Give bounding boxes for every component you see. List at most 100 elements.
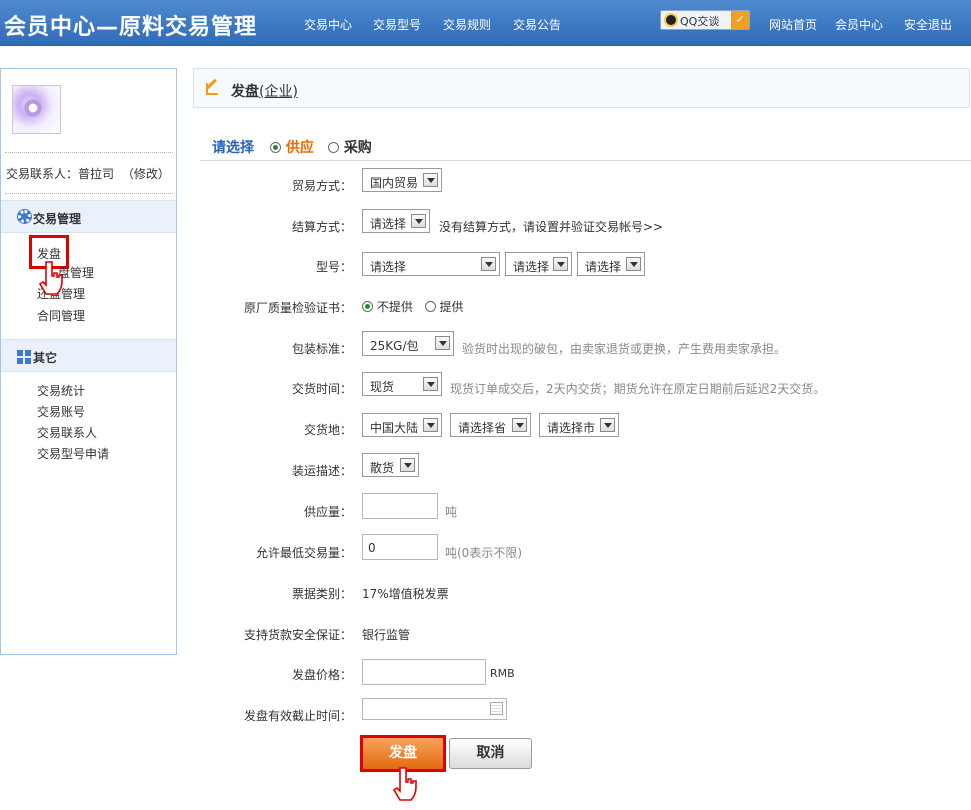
- delivery-place-label: 交货地：: [303, 423, 352, 437]
- model-select-1[interactable]: 请选择: [362, 252, 500, 276]
- model-label: 型号：: [315, 260, 352, 274]
- model-value-2: 请选择: [513, 260, 550, 274]
- page-title: 发盘(企业): [231, 81, 298, 101]
- shipping-label: 装运描述：: [291, 464, 352, 478]
- model-value-1: 请选择: [370, 260, 407, 274]
- invoice-label: 票据类别：: [291, 587, 352, 601]
- dropdown-arrow-icon: [512, 418, 527, 432]
- contact-info: 交易联系人：普拉司 （修改）: [6, 165, 170, 182]
- country-select[interactable]: 中国大陆: [362, 413, 442, 437]
- cancel-button[interactable]: 取消: [449, 738, 532, 769]
- qq-chat-button[interactable]: QQ交谈 ✓: [660, 10, 750, 30]
- page-title-text: 发盘: [231, 84, 259, 100]
- cert-label: 原厂质量检验证书：: [243, 301, 352, 315]
- min-qty-unit: 吨(0表示不限): [445, 546, 522, 560]
- packaging-label: 包装标准：: [291, 342, 352, 356]
- section-other[interactable]: 其它: [1, 339, 176, 372]
- dropdown-arrow-icon: [423, 173, 438, 187]
- cert-yes-radio[interactable]: [424, 301, 436, 312]
- settlement-hint-link[interactable]: 没有结算方式，请设置并验证交易帐号>>: [439, 218, 663, 235]
- qq-chat-label: QQ交谈: [680, 15, 720, 28]
- edit-icon: [206, 82, 219, 95]
- price-label: 发盘价格：: [291, 668, 352, 682]
- model-value-3: 请选择: [585, 260, 622, 274]
- section-title: 交易管理: [33, 212, 82, 226]
- nav-trade-center[interactable]: 交易中心: [304, 16, 352, 33]
- guarantee-label: 支持货款安全保证：: [243, 628, 352, 642]
- city-select[interactable]: 请选择市: [539, 413, 619, 437]
- purchase-option-label[interactable]: 采购: [344, 140, 372, 156]
- packaging-select[interactable]: 25KG/包: [362, 331, 454, 356]
- modify-contact-link[interactable]: （修改）: [122, 167, 170, 181]
- nav-home[interactable]: 网站首页: [769, 16, 817, 33]
- settlement-select[interactable]: 请选择: [362, 209, 430, 233]
- supply-qty-input[interactable]: [362, 493, 438, 519]
- delivery-time-select[interactable]: 现货: [362, 372, 442, 396]
- shipping-value: 散货: [370, 461, 395, 475]
- settlement-value: 请选择: [370, 217, 407, 231]
- qq-penguin-icon: [664, 13, 678, 27]
- dropdown-arrow-icon: [423, 377, 438, 391]
- trade-mode-label: 贸易方式：: [291, 179, 352, 193]
- delivery-time-hint: 现货订单成交后，2天内交货；期货允许在原定日期前后延迟2天交货。: [450, 382, 826, 396]
- packaging-hint: 验货时出现的破包，由卖家退货或更换，产生费用卖家承担。: [462, 342, 787, 356]
- model-select-2[interactable]: 请选择: [505, 252, 572, 276]
- dropdown-arrow-icon: [600, 418, 615, 432]
- sidebar-item-trade-contact[interactable]: 交易联系人: [37, 424, 97, 441]
- grid-icon: [17, 350, 31, 364]
- price-input[interactable]: [362, 659, 486, 685]
- contact-label: 交易联系人：普拉司: [6, 167, 115, 181]
- divider: [5, 193, 173, 194]
- nav-logout[interactable]: 安全退出: [904, 16, 952, 33]
- section-title: 其它: [33, 351, 58, 365]
- province-value: 请选择省: [458, 421, 507, 435]
- offer-type-selector: 请选择 供应 采购: [212, 137, 372, 157]
- min-qty-input[interactable]: 0: [362, 534, 438, 560]
- supply-qty-unit: 吨: [445, 505, 458, 519]
- gear-icon: [18, 210, 31, 223]
- cert-yes-label[interactable]: 提供: [440, 300, 464, 314]
- deadline-label: 发盘有效截止时间：: [243, 709, 352, 723]
- price-unit: RMB: [490, 667, 515, 680]
- purchase-radio[interactable]: [328, 142, 340, 153]
- dropdown-arrow-icon: [411, 214, 426, 228]
- cert-options: 不提供 提供: [362, 298, 464, 315]
- trade-mode-select[interactable]: 国内贸易: [362, 168, 442, 192]
- hand-pointer-icon: [39, 261, 63, 295]
- dropdown-arrow-icon: [423, 418, 438, 432]
- packaging-value: 25KG/包: [370, 339, 419, 353]
- dropdown-arrow-icon: [553, 257, 568, 271]
- shipping-select[interactable]: 散货: [362, 453, 419, 477]
- dropdown-arrow-icon: [435, 336, 450, 350]
- avatar: [12, 85, 61, 134]
- sidebar-item-trade-stats[interactable]: 交易统计: [37, 382, 85, 399]
- province-select[interactable]: 请选择省: [450, 413, 531, 437]
- calendar-icon[interactable]: [490, 702, 503, 715]
- delivery-time-label: 交货时间：: [291, 382, 352, 396]
- sidebar-item-model-apply[interactable]: 交易型号申请: [37, 445, 109, 462]
- sidebar-item-trade-account[interactable]: 交易账号: [37, 403, 85, 420]
- supply-option-label[interactable]: 供应: [286, 140, 314, 156]
- choose-label: 请选择: [212, 140, 254, 156]
- dropdown-arrow-icon: [626, 257, 641, 271]
- section-trade-management[interactable]: 交易管理: [1, 200, 176, 233]
- nav-member-center[interactable]: 会员中心: [835, 16, 883, 33]
- divider: [5, 152, 173, 153]
- top-header: 会员中心—原料交易管理 交易中心 交易型号 交易规则 交易公告 QQ交谈 ✓ 网…: [0, 0, 971, 46]
- delivery-time-value: 现货: [370, 380, 395, 394]
- deadline-input[interactable]: [362, 698, 507, 720]
- sidebar-item-contract-manage[interactable]: 合同管理: [37, 307, 85, 324]
- nav-trade-notices[interactable]: 交易公告: [513, 16, 561, 33]
- model-select-3[interactable]: 请选择: [577, 252, 645, 276]
- min-qty-label: 允许最低交易量：: [255, 546, 352, 560]
- cert-no-radio[interactable]: [362, 301, 373, 312]
- cert-no-label[interactable]: 不提供: [377, 300, 413, 314]
- invoice-value: 17%增值税发票: [362, 587, 449, 601]
- dropdown-arrow-icon: [481, 257, 496, 271]
- nav-trade-models[interactable]: 交易型号: [373, 16, 421, 33]
- site-title: 会员中心—原料交易管理: [4, 15, 258, 40]
- supply-radio[interactable]: [270, 142, 282, 153]
- country-value: 中国大陆: [370, 421, 419, 435]
- nav-trade-rules[interactable]: 交易规则: [443, 16, 491, 33]
- settlement-label: 结算方式：: [291, 220, 352, 234]
